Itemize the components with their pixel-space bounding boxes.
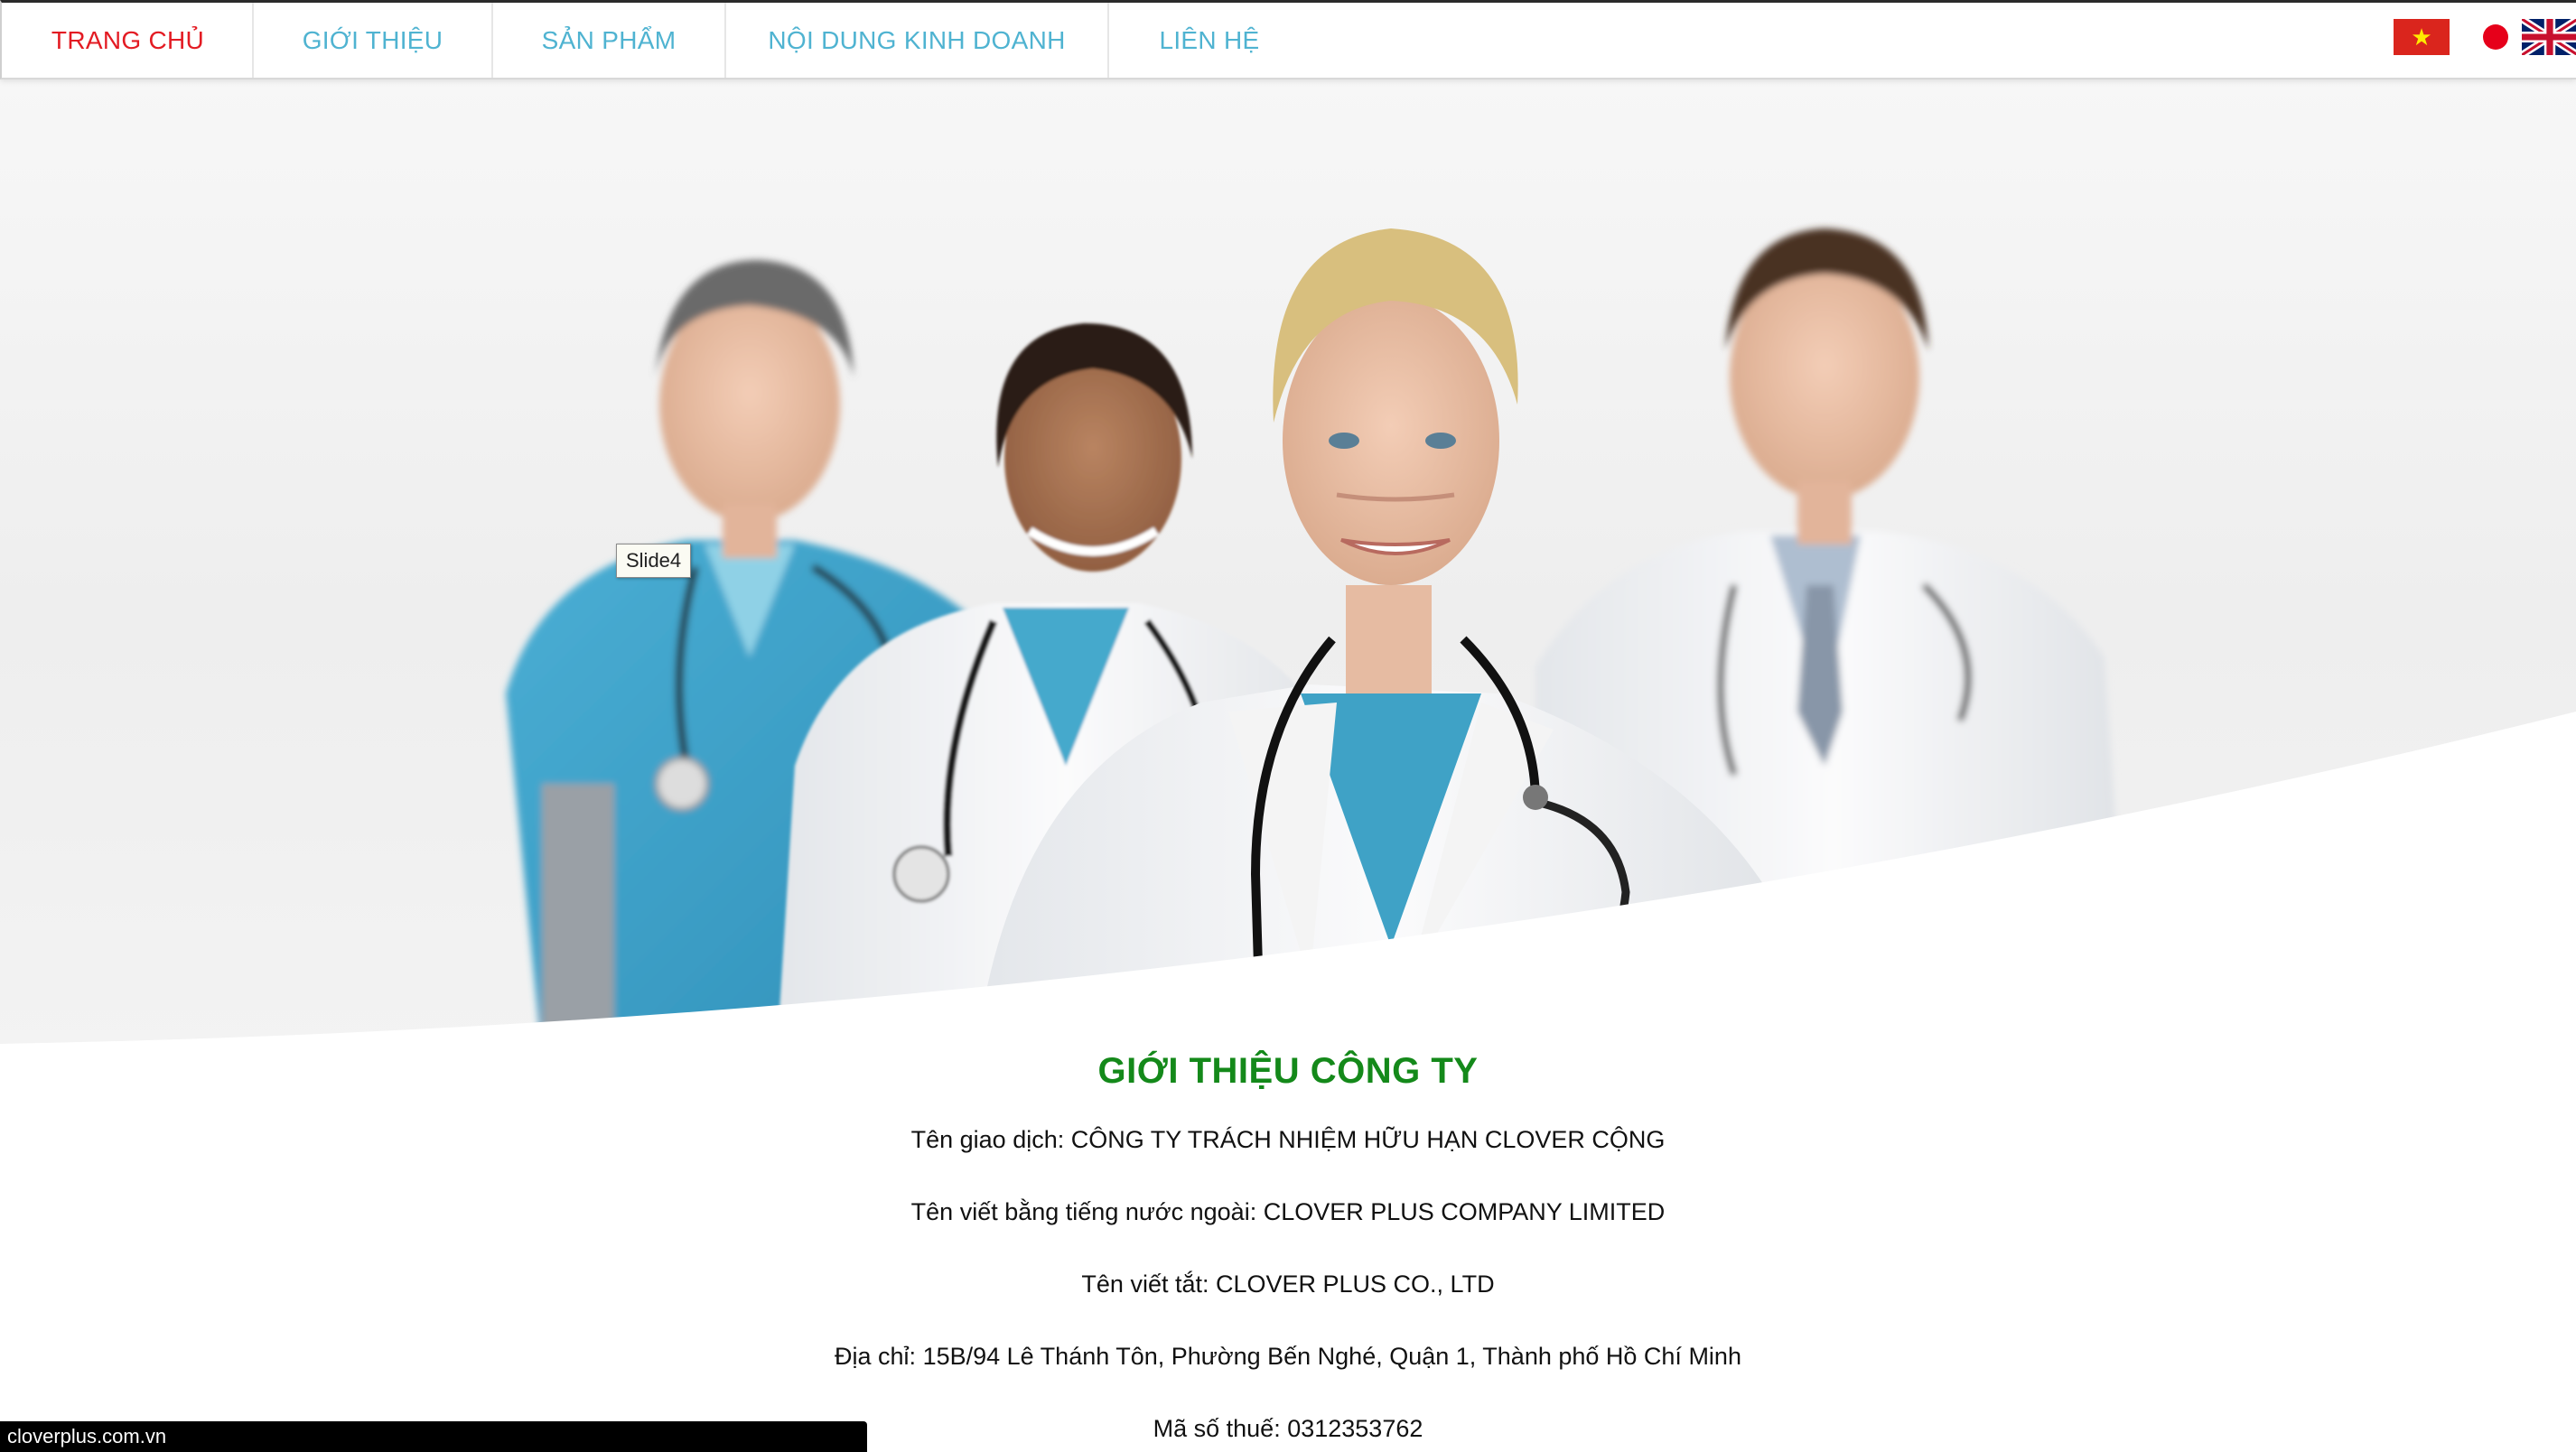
top-navigation: TRANG CHỦ GIỚI THIỆU SẢN PHẨM NỘI DUNG K…	[0, 0, 2576, 79]
nav-item-business[interactable]: NỘI DUNG KINH DOANH	[726, 3, 1109, 78]
vietnam-flag-icon[interactable]: ★	[2394, 19, 2450, 55]
trade-name-line: Tên giao dịch: CÔNG TY TRÁCH NHIỆM HỮU H…	[910, 1126, 1666, 1153]
nav-item-home[interactable]: TRANG CHỦ	[4, 3, 254, 78]
browser-status-bar: cloverplus.com.vn	[0, 1421, 867, 1452]
japan-flag-icon[interactable]	[2480, 19, 2511, 55]
nav-menu: TRANG CHỦ GIỚI THIỆU SẢN PHẨM NỘI DUNG K…	[4, 3, 1310, 78]
doctors-team-photo	[0, 228, 2576, 1055]
nav-item-products[interactable]: SẢN PHẨM	[493, 3, 726, 78]
nav-item-contact[interactable]: LIÊN HỆ	[1109, 3, 1310, 78]
section-title: GIỚI THIỆU CÔNG TY	[1097, 1051, 1479, 1091]
page: TRANG CHỦ GIỚI THIỆU SẢN PHẨM NỘI DUNG K…	[0, 0, 2576, 1452]
address-line: Địa chỉ: 15B/94 Lê Thánh Tôn, Phường Bến…	[835, 1343, 1741, 1370]
company-intro-section: GIỚI THIỆU CÔNG TY Tên giao dịch: CÔNG T…	[0, 1038, 2576, 1452]
slide-tooltip: Slide4	[616, 544, 692, 578]
nav-item-about[interactable]: GIỚI THIỆU	[254, 3, 493, 78]
hero-slider[interactable]: Slide4	[0, 79, 2576, 1055]
short-name-line: Tên viết tắt: CLOVER PLUS CO., LTD	[1081, 1270, 1495, 1298]
uk-flag-icon[interactable]	[2522, 19, 2576, 55]
foreign-name-line: Tên viết bằng tiếng nước ngoài: CLOVER P…	[910, 1198, 1666, 1225]
